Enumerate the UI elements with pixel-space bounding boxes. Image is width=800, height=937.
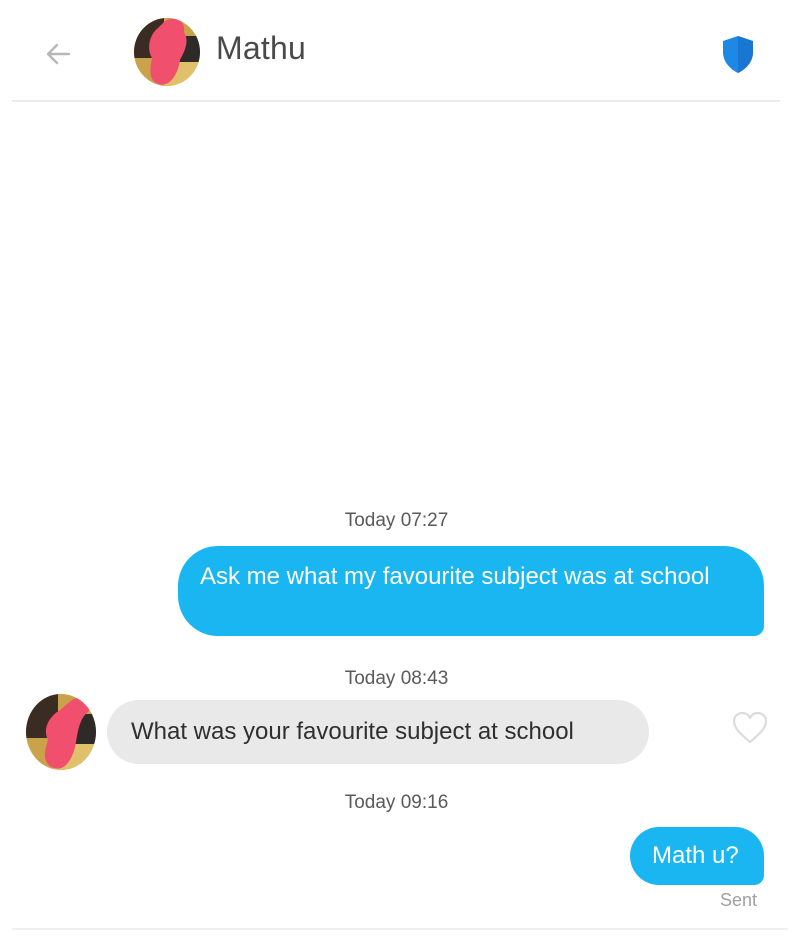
- outgoing-message-bubble[interactable]: Math u?: [630, 827, 764, 885]
- like-message-button[interactable]: [730, 710, 770, 746]
- safety-shield-button[interactable]: [718, 32, 758, 76]
- heart-outline-icon: [732, 711, 768, 744]
- incoming-message-bubble[interactable]: What was your favourite subject at schoo…: [107, 700, 649, 764]
- message-timestamp: Today 09:16: [344, 792, 449, 813]
- message-status: Sent: [720, 890, 758, 910]
- arrow-left-icon: [46, 43, 71, 65]
- message-timestamp: Today 08:43: [344, 668, 449, 689]
- contact-name[interactable]: Mathu: [216, 30, 306, 67]
- bottom-divider: [12, 928, 788, 930]
- message-timestamp: Today 07:27: [344, 510, 449, 531]
- sender-avatar[interactable]: [26, 694, 96, 770]
- back-button[interactable]: [36, 34, 80, 74]
- header-divider: [12, 100, 780, 102]
- shield-icon: [723, 36, 753, 73]
- outgoing-message-bubble[interactable]: Ask me what my favourite subject was at …: [178, 546, 764, 636]
- contact-avatar[interactable]: [134, 18, 200, 86]
- chat-header: Mathu: [0, 0, 800, 100]
